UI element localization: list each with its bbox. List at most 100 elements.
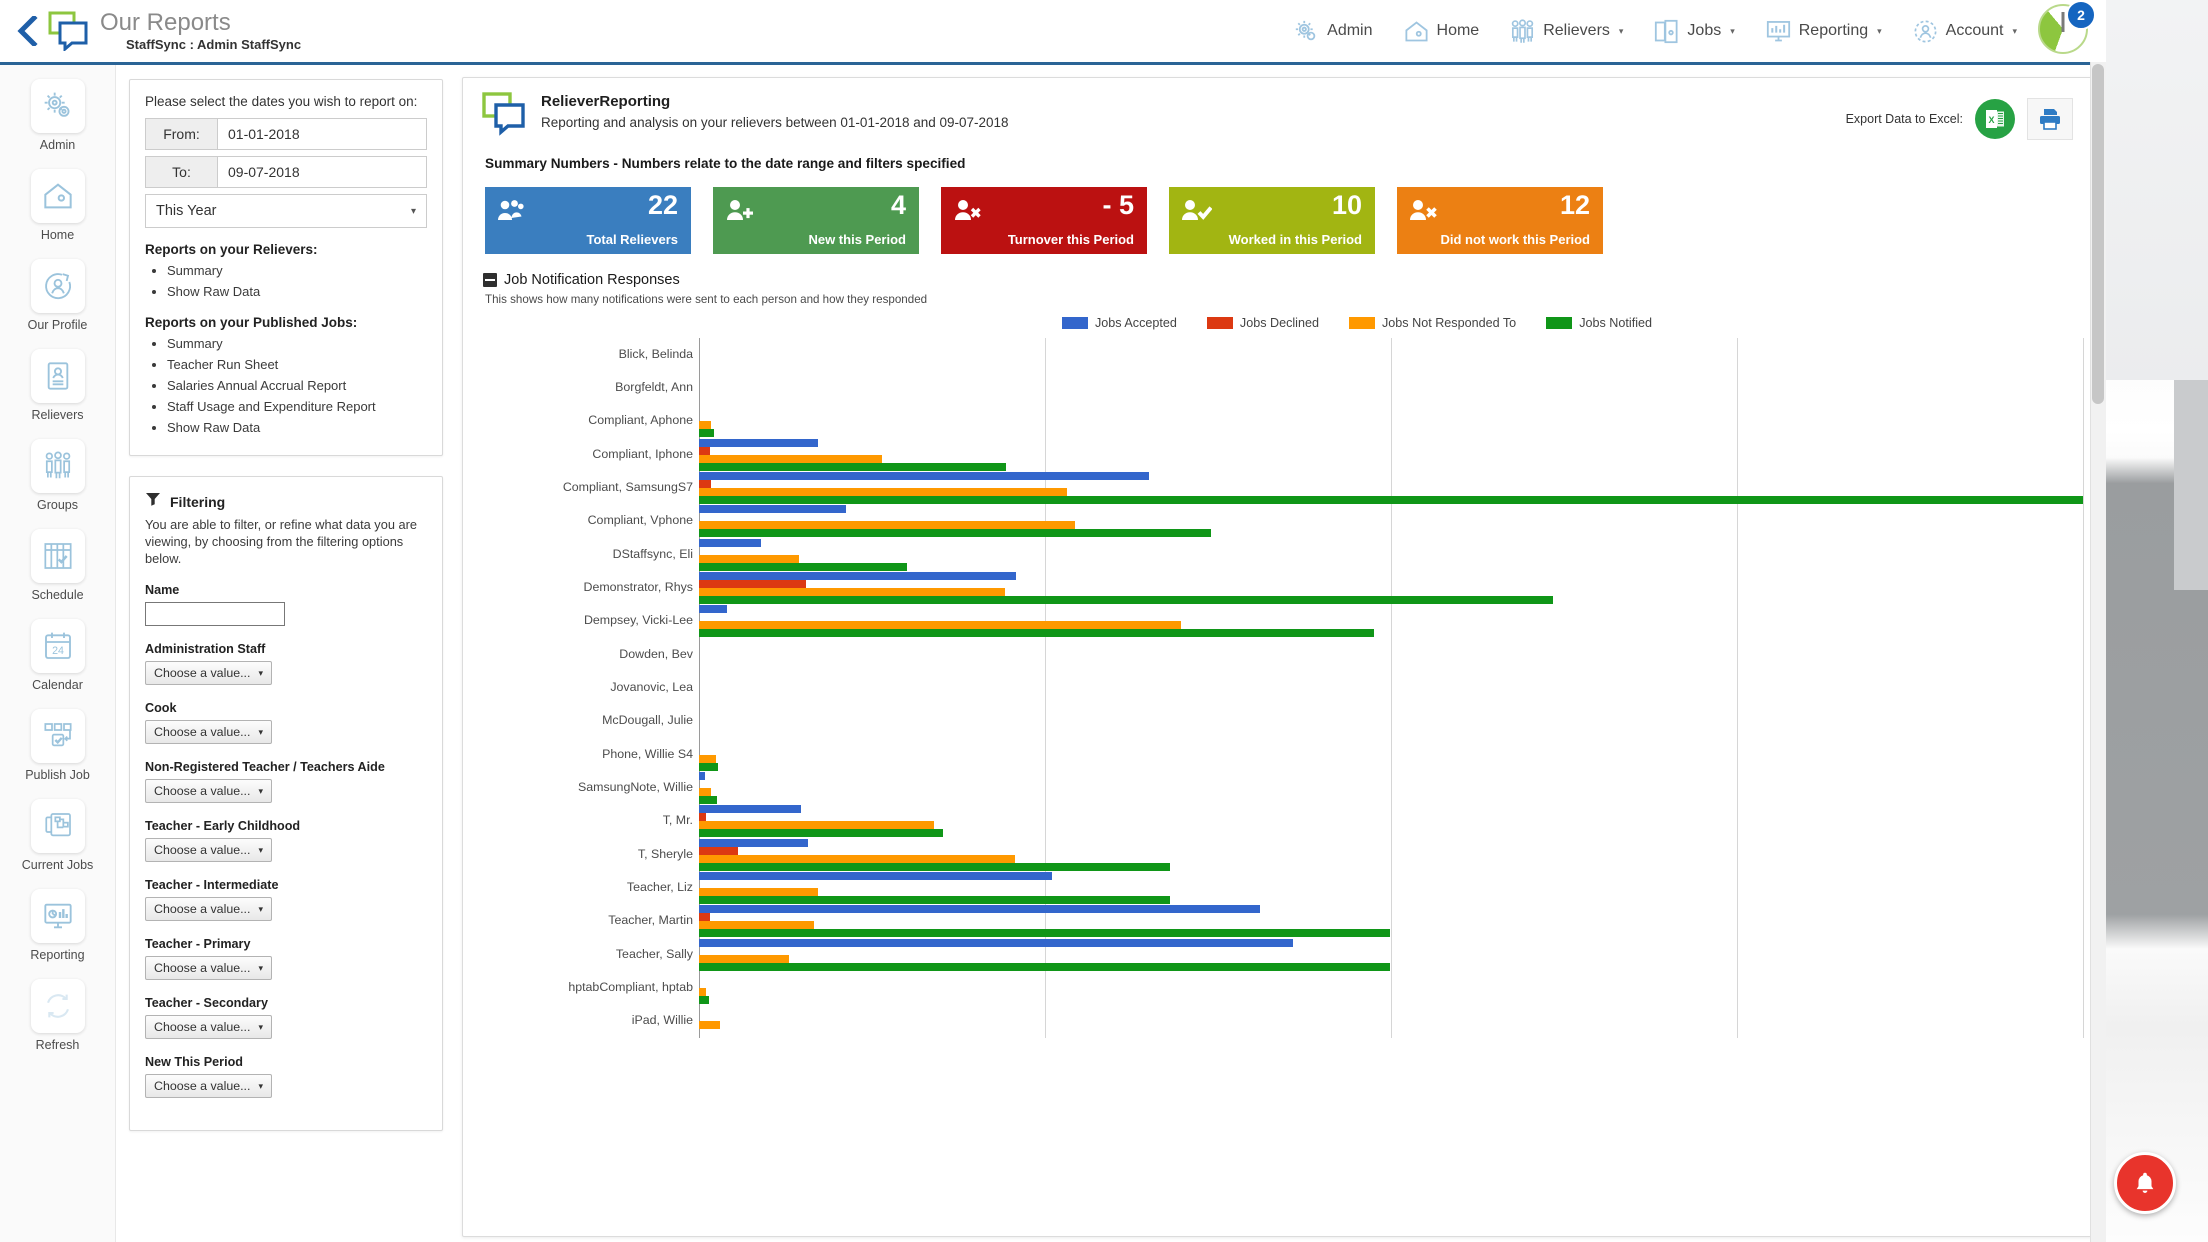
chart-bar[interactable] [699,505,846,514]
name-filter-input[interactable] [145,602,285,626]
chart-bar[interactable] [699,495,2083,504]
chart-bar[interactable] [699,805,802,814]
list-item[interactable]: Staff Usage and Expenditure Report [167,397,427,416]
chart-bar[interactable] [699,787,712,796]
sidebar-item-publish-job[interactable]: Publish Job [0,709,115,782]
chart-bar[interactable] [699,605,727,614]
nav-item-admin[interactable]: Admin [1278,0,1387,62]
chart-bar[interactable] [699,938,1293,947]
chart-bar[interactable] [699,554,799,563]
filter-select-teacher-secondary[interactable]: Choose a value... ▾ [145,1015,272,1039]
chart-bar[interactable] [699,846,738,855]
chart-bar[interactable] [699,429,715,438]
filter-select-teacher-early-childhood[interactable]: Choose a value... ▾ [145,838,272,862]
nav-item-reporting[interactable]: Reporting ▾ [1750,0,1897,62]
chart-bar[interactable] [699,754,716,763]
chart-bar[interactable] [699,987,706,996]
chart-bar[interactable] [699,595,1553,604]
to-date-input[interactable]: 09-07-2018 [218,156,427,188]
legend-item-jobs-accepted[interactable]: Jobs Accepted [1061,316,1177,330]
list-item[interactable]: Show Raw Data [167,282,427,301]
sidebar-item-refresh[interactable]: Refresh [0,979,115,1052]
summary-card-did-not-work-this-period[interactable]: 12 Did not work this Period [1397,187,1603,254]
list-item[interactable]: Summary [167,334,427,353]
nav-item-jobs[interactable]: Jobs ▾ [1638,0,1749,62]
chart-bar[interactable] [699,571,1016,580]
chart-bar[interactable] [699,954,789,963]
chart-bar[interactable] [699,579,806,588]
nav-item-relievers[interactable]: Relievers ▾ [1494,0,1638,62]
chart-bar[interactable] [699,771,705,780]
chart-bar[interactable] [699,895,1170,904]
chart-bar[interactable] [699,529,1212,538]
filter-select-non-registered-teacher[interactable]: Choose a value... ▾ [145,779,272,803]
chart-bar[interactable] [699,462,1007,471]
excel-icon[interactable]: X [1975,99,2015,139]
collapse-minus-icon[interactable] [483,273,497,287]
chart-bar[interactable] [699,913,711,922]
chart-bar[interactable] [699,421,712,430]
chart-bar[interactable] [699,487,1068,496]
filter-select-administration-staff[interactable]: Choose a value... ▾ [145,661,272,685]
list-item[interactable]: Teacher Run Sheet [167,355,427,374]
list-item[interactable]: Show Raw Data [167,418,427,437]
chart-bar[interactable] [699,446,711,455]
chart-bar[interactable] [699,862,1170,871]
chart-bar[interactable] [699,887,819,896]
filter-select-cook[interactable]: Choose a value... ▾ [145,720,272,744]
from-date-input[interactable]: 01-01-2018 [218,118,427,150]
nav-item-account[interactable]: Account ▾ [1897,0,2032,62]
chart-bar[interactable] [699,821,935,830]
legend-item-jobs-notified[interactable]: Jobs Notified [1546,316,1652,330]
list-item[interactable]: Salaries Annual Accrual Report [167,376,427,395]
sidebar-item-reporting[interactable]: Reporting [0,889,115,962]
chart-bar[interactable] [699,621,1181,630]
chart-bar[interactable] [699,795,717,804]
chart-bar[interactable] [699,471,1149,480]
chart-bar[interactable] [699,587,1005,596]
printer-icon[interactable] [2027,98,2073,140]
chart-bar[interactable] [699,829,943,838]
chart-bar[interactable] [699,854,1015,863]
chart-bar[interactable] [699,813,706,822]
chart-bar[interactable] [699,438,819,447]
chart-bar[interactable] [699,962,1390,971]
chart-bar[interactable] [699,762,719,771]
chart-bar[interactable] [699,562,907,571]
sidebar-item-our-profile[interactable]: Our Profile [0,259,115,332]
sidebar-item-relievers[interactable]: Relievers [0,349,115,422]
filter-select-teacher-primary[interactable]: Choose a value... ▾ [145,956,272,980]
avatar[interactable]: 2 [2038,0,2096,58]
sidebar-item-current-jobs[interactable]: Current Jobs [0,799,115,872]
vertical-scrollbar[interactable] [2090,62,2106,1242]
chart-bar[interactable] [699,871,1052,880]
chart-bar[interactable] [699,929,1390,938]
summary-card-turnover-this-period[interactable]: - 5 Turnover this Period [941,187,1147,254]
notification-bell-icon[interactable] [2114,1152,2176,1214]
filter-select-new-this-period[interactable]: Choose a value... ▾ [145,1074,272,1098]
summary-card-worked-in-this-period[interactable]: 10 Worked in this Period [1169,187,1375,254]
back-chevron-icon[interactable] [12,14,42,48]
date-range-select[interactable]: This Year ▾ [145,194,427,228]
filter-select-teacher-intermediate[interactable]: Choose a value... ▾ [145,897,272,921]
list-item[interactable]: Summary [167,261,427,280]
chart-bar[interactable] [699,838,809,847]
sidebar-item-calendar[interactable]: 24 Calendar [0,619,115,692]
legend-item-jobs-not-responded-to[interactable]: Jobs Not Responded To [1349,316,1516,330]
summary-card-new-this-period[interactable]: 4 New this Period [713,187,919,254]
nav-item-home[interactable]: Home [1388,0,1495,62]
sidebar-item-schedule[interactable]: Schedule [0,529,115,602]
sidebar-item-home[interactable]: Home [0,169,115,242]
chart-bar[interactable] [699,905,1260,914]
sidebar-item-groups[interactable]: Groups [0,439,115,512]
sidebar-item-admin[interactable]: Admin [0,79,115,152]
chart-bar[interactable] [699,521,1076,530]
summary-card-total-relievers[interactable]: 22 Total Relievers [485,187,691,254]
chart-bar[interactable] [699,995,709,1004]
chart-bar[interactable] [699,629,1375,638]
chart-bar[interactable] [699,921,814,930]
chart-bar[interactable] [699,538,762,547]
chart-bar[interactable] [699,479,712,488]
scrollbar-thumb[interactable] [2092,64,2104,404]
legend-item-jobs-declined[interactable]: Jobs Declined [1206,316,1319,330]
